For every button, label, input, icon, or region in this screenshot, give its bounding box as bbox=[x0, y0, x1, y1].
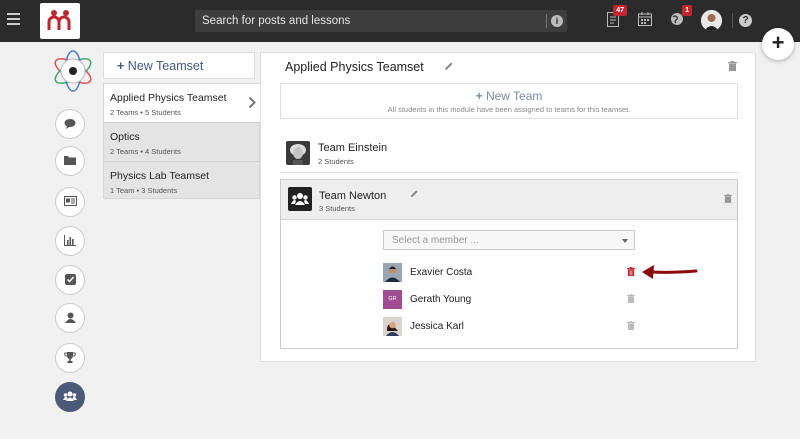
calendar-icon[interactable] bbox=[638, 12, 652, 29]
delete-teamset-trash-icon[interactable] bbox=[728, 61, 737, 71]
notifications-badge: 1 bbox=[682, 5, 692, 16]
edit-title-pencil-icon[interactable] bbox=[444, 61, 454, 71]
member-avatar bbox=[383, 317, 402, 336]
teamset-name: Optics bbox=[110, 131, 140, 143]
group-icon bbox=[63, 391, 77, 401]
teamset-item[interactable]: Optics 2 Teams • 4 Students bbox=[104, 123, 259, 161]
awards-nav-button[interactable] bbox=[55, 343, 85, 373]
search-divider bbox=[546, 14, 547, 28]
analytics-nav-button[interactable] bbox=[55, 226, 85, 256]
member-avatar bbox=[383, 263, 402, 282]
teamset-meta: 2 Teams • 5 Students bbox=[110, 108, 181, 117]
member-row: Jessica Karl bbox=[383, 317, 643, 337]
user-avatar[interactable] bbox=[701, 10, 722, 31]
toolbar-divider bbox=[732, 13, 733, 28]
posts-icon[interactable]: 47 bbox=[607, 5, 627, 30]
member-row: Exavier Costa bbox=[383, 263, 643, 283]
edit-team-pencil-icon[interactable] bbox=[410, 189, 419, 198]
teamset-detail-panel: Applied Physics Teamset + New Team All s… bbox=[260, 52, 756, 362]
member-initials-avatar: GR bbox=[383, 290, 402, 309]
team-meta: 2 Students bbox=[318, 157, 354, 166]
teamset-item[interactable]: Applied Physics Teamset 2 Teams • 5 Stud… bbox=[104, 84, 260, 122]
teamset-meta: 2 Teams • 4 Students bbox=[110, 147, 181, 156]
info-icon[interactable]: i bbox=[551, 15, 563, 27]
top-bar: Search for posts and lessons i 47 1 ? bbox=[0, 0, 800, 42]
posts-badge: 47 bbox=[613, 5, 627, 16]
chat-icon bbox=[64, 119, 76, 129]
messages-nav-button[interactable] bbox=[55, 109, 85, 139]
remove-member-trash-icon[interactable] bbox=[627, 267, 635, 276]
teamset-name: Physics Lab Teamset bbox=[110, 170, 210, 182]
delete-team-trash-icon[interactable] bbox=[724, 194, 732, 203]
new-team-label: New Team bbox=[485, 89, 543, 103]
search-input[interactable]: Search for posts and lessons bbox=[202, 15, 350, 27]
member-name: Gerath Young bbox=[410, 294, 472, 305]
app-logo[interactable] bbox=[40, 3, 80, 39]
team-row[interactable]: Team Newton 3 Students bbox=[281, 180, 737, 220]
teamset-list: Applied Physics Teamset 2 Teams • 5 Stud… bbox=[103, 83, 260, 199]
plus-icon: + bbox=[117, 59, 125, 73]
trophy-icon bbox=[64, 352, 76, 363]
user-icon bbox=[64, 312, 76, 323]
globe-icon[interactable]: 1 bbox=[670, 5, 692, 29]
team-name: Team Einstein bbox=[318, 142, 388, 154]
checkbox-icon bbox=[64, 274, 76, 285]
member-name: Exavier Costa bbox=[410, 267, 473, 278]
menu-icon[interactable] bbox=[7, 13, 20, 27]
team-row[interactable]: Team Einstein 2 Students bbox=[280, 137, 738, 173]
folder-icon bbox=[64, 156, 76, 165]
help-icon[interactable]: ? bbox=[739, 14, 752, 27]
tasks-nav-button[interactable] bbox=[55, 265, 85, 295]
chevron-down-icon bbox=[622, 239, 628, 243]
new-team-button[interactable]: + New Team All students in this module h… bbox=[280, 83, 738, 119]
teamset-item[interactable]: Physics Lab Teamset 1 Team • 3 Students bbox=[104, 162, 259, 200]
team-meta: 3 Students bbox=[319, 204, 355, 213]
annotation-arrow bbox=[642, 265, 698, 279]
new-teamset-label: New Teamset bbox=[127, 59, 204, 73]
remove-member-trash-icon[interactable] bbox=[627, 294, 635, 303]
id-card-icon bbox=[63, 196, 77, 206]
team-name: Team Newton bbox=[319, 190, 387, 202]
member-name: Jessica Karl bbox=[410, 321, 464, 332]
new-teamset-button[interactable]: + New Teamset bbox=[103, 52, 255, 79]
course-logo[interactable] bbox=[50, 48, 96, 94]
remove-member-trash-icon[interactable] bbox=[627, 321, 635, 330]
profile-nav-button[interactable] bbox=[55, 303, 85, 333]
plus-icon: + bbox=[475, 89, 483, 103]
group-avatar-icon bbox=[288, 187, 312, 211]
page-title: Applied Physics Teamset bbox=[285, 60, 424, 74]
teams-nav-button[interactable] bbox=[55, 382, 85, 412]
chevron-right-icon bbox=[248, 96, 256, 109]
team-einstein-avatar bbox=[286, 141, 310, 165]
teamset-name: Applied Physics Teamset bbox=[110, 92, 227, 104]
search-bar[interactable]: Search for posts and lessons i bbox=[195, 10, 567, 32]
cards-nav-button[interactable] bbox=[55, 187, 85, 217]
new-team-note: All students in this module have been as… bbox=[387, 105, 631, 114]
create-fab-button[interactable]: + bbox=[762, 28, 794, 60]
member-select-placeholder: Select a member ... bbox=[392, 235, 479, 246]
teamset-meta: 1 Team • 3 Students bbox=[110, 186, 178, 195]
bar-chart-icon bbox=[64, 235, 76, 246]
folders-nav-button[interactable] bbox=[55, 146, 85, 176]
member-row: GR Gerath Young bbox=[383, 290, 643, 310]
member-select[interactable]: Select a member ... bbox=[383, 230, 635, 250]
